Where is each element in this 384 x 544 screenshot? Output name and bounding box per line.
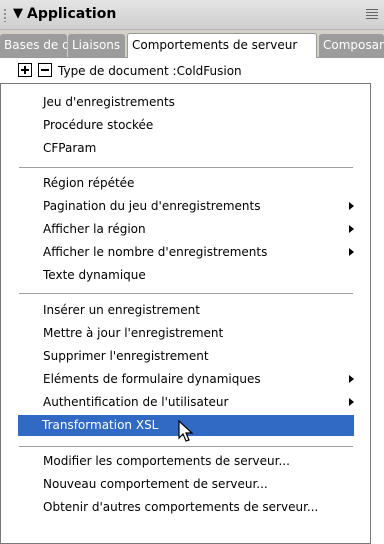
menu-item-elements-formulaire[interactable]: Eléments de formulaire dynamiques — [19, 369, 358, 390]
submenu-arrow-icon — [349, 225, 354, 233]
add-server-behavior-menu: Jeu d'enregistrements Procédure stockée … — [0, 83, 371, 544]
menu-separator — [19, 446, 353, 447]
tab-liaisons[interactable]: Liaisons — [68, 34, 125, 57]
menu-item-label: Transformation XSL — [42, 418, 159, 432]
tab-comportements-de-serveur[interactable]: Comportements de serveur — [127, 33, 317, 58]
menu-item-pagination[interactable]: Pagination du jeu d'enregistrements — [19, 196, 358, 217]
menu-item-label: Authentification de l'utilisateur — [43, 395, 229, 409]
menu-item-supprimer[interactable]: Supprimer l'enregistrement — [19, 346, 358, 367]
menu-item-label: Région répétée — [43, 176, 135, 190]
menu-item-label: Afficher le nombre d'enregistrements — [43, 245, 268, 259]
tab-composants[interactable]: Composants — [319, 34, 384, 57]
menu-item-inserer-enregistrement[interactable]: Insérer un enregistrement — [19, 300, 358, 321]
menu-item-cfparam[interactable]: CFParam — [19, 138, 358, 159]
menu-item-label: Nouveau comportement de serveur... — [43, 477, 268, 491]
menu-item-jeu-enregistrements[interactable]: Jeu d'enregistrements — [19, 92, 358, 113]
menu-item-label: Pagination du jeu d'enregistrements — [43, 199, 261, 213]
tab-bases-de-donnees[interactable]: Bases de données — [0, 34, 67, 57]
menu-separator — [19, 167, 353, 168]
mouse-pointer-icon — [178, 420, 194, 442]
menu-item-region-repetee[interactable]: Région répétée — [19, 173, 358, 194]
panel-options-icon[interactable] — [366, 9, 378, 19]
panel-title[interactable]: Application — [27, 6, 116, 22]
menu-item-obtenir-comportements[interactable]: Obtenir d'autres comportements de serveu… — [19, 497, 358, 518]
menu-item-label: Supprimer l'enregistrement — [43, 349, 209, 363]
menu-item-nouveau-comportement[interactable]: Nouveau comportement de serveur... — [19, 474, 358, 495]
menu-item-afficher-region[interactable]: Afficher la région — [19, 219, 358, 240]
collapse-arrow-icon[interactable]: ▼ — [13, 6, 23, 21]
submenu-arrow-icon — [349, 398, 354, 406]
menu-item-label: Obtenir d'autres comportements de serveu… — [43, 500, 319, 514]
menu-separator — [19, 293, 353, 294]
gripper-icon[interactable] — [3, 8, 7, 22]
menu-item-label: Jeu d'enregistrements — [43, 95, 175, 109]
menu-item-afficher-nombre[interactable]: Afficher le nombre d'enregistrements — [19, 242, 358, 263]
menu-item-label: Texte dynamique — [43, 268, 146, 282]
menu-item-label: Insérer un enregistrement — [43, 303, 200, 317]
menu-item-authentification[interactable]: Authentification de l'utilisateur — [19, 392, 358, 413]
panel-tabs: Bases de données Liaisons Comportements … — [0, 30, 384, 58]
menu-item-label: Eléments de formulaire dynamiques — [43, 372, 261, 386]
panel-titlebar[interactable]: ▼ Application — [0, 0, 384, 30]
menu-item-procedure-stockee[interactable]: Procédure stockée — [19, 115, 358, 136]
document-type-label: Type de document :ColdFusion — [58, 64, 242, 78]
submenu-arrow-icon — [349, 248, 354, 256]
menu-item-label: Modifier les comportements de serveur... — [43, 454, 290, 468]
menu-item-modifier-comportements[interactable]: Modifier les comportements de serveur... — [19, 451, 358, 472]
menu-item-mettre-a-jour[interactable]: Mettre à jour l'enregistrement — [19, 323, 358, 344]
minus-icon[interactable] — [38, 63, 52, 77]
submenu-arrow-icon — [349, 375, 354, 383]
plus-icon[interactable] — [18, 63, 32, 77]
submenu-arrow-icon — [349, 202, 354, 210]
menu-item-label: CFParam — [43, 141, 97, 155]
menu-item-label: Afficher la région — [43, 222, 146, 236]
menu-item-texte-dynamique[interactable]: Texte dynamique — [19, 265, 358, 286]
menu-item-label: Procédure stockée — [43, 118, 154, 132]
server-behaviors-toolbar: Type de document :ColdFusion — [0, 58, 384, 84]
menu-item-label: Mettre à jour l'enregistrement — [43, 326, 224, 340]
